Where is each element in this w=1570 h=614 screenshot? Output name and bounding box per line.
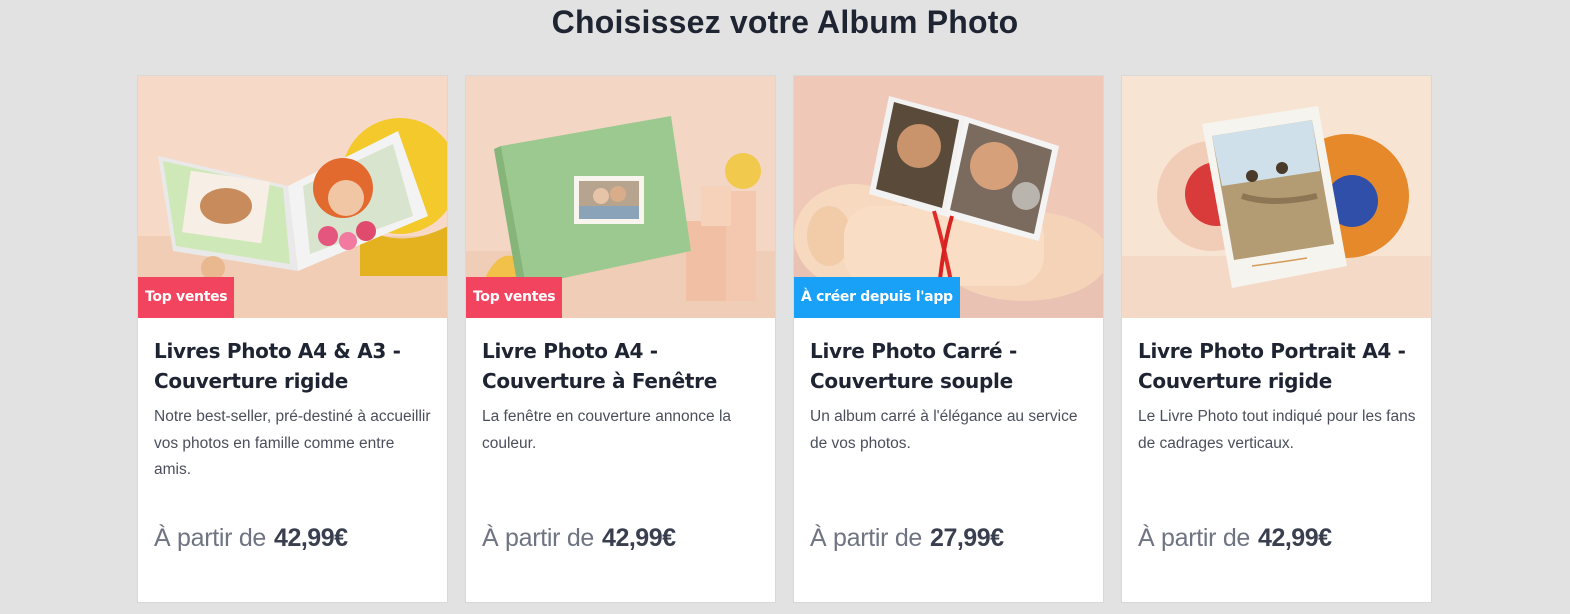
portrait-hardcover-book-image[interactable] [1122, 76, 1431, 318]
price-value: 27,99€ [930, 524, 1004, 552]
product-title[interactable]: Livres Photo A4 & A3 - Couverture rigide [154, 336, 433, 396]
portrait-book-illustration [1122, 76, 1431, 318]
app-only-badge: À créer depuis l'app [794, 277, 960, 318]
product-description: Notre best-seller, pré-destiné à accueil… [154, 408, 431, 478]
product-price: À partir de 27,99€ [810, 522, 1004, 554]
product-price: À partir de 42,99€ [1138, 522, 1332, 554]
product-price: À partir de 42,99€ [482, 522, 676, 554]
price-prefix: À partir de [1138, 524, 1251, 552]
product-price: À partir de 42,99€ [154, 522, 348, 554]
product-title[interactable]: Livre Photo Carré - Couverture souple [810, 336, 1089, 396]
green-window-cover-book-image[interactable]: Top ventes [466, 76, 775, 318]
price-value: 42,99€ [274, 524, 348, 552]
product-description: Un album carré à l'élégance au service d… [810, 408, 1078, 452]
product-card[interactable]: À créer depuis l'app Livre Photo Carré -… [793, 75, 1104, 603]
product-title[interactable]: Livre Photo Portrait A4 - Couverture rig… [1138, 336, 1417, 396]
product-description: Le Livre Photo tout indiqué pour les fan… [1138, 408, 1416, 452]
product-card[interactable]: Top ventes Livre Photo A4 - Couverture à… [465, 75, 776, 603]
price-value: 42,99€ [1258, 524, 1332, 552]
top-sales-badge: Top ventes [138, 277, 235, 318]
price-prefix: À partir de [810, 524, 923, 552]
product-description: La fenêtre en couverture annonce la coul… [482, 408, 732, 452]
price-prefix: À partir de [154, 524, 267, 552]
product-card[interactable]: Livre Photo Portrait A4 - Couverture rig… [1121, 75, 1432, 603]
top-sales-badge: Top ventes [466, 277, 563, 318]
product-card[interactable]: Top ventes Livres Photo A4 & A3 - Couver… [137, 75, 448, 603]
open-photo-book-image[interactable]: Top ventes [138, 76, 447, 318]
product-title[interactable]: Livre Photo A4 - Couverture à Fenêtre [482, 336, 761, 396]
product-card-list: Top ventes Livres Photo A4 & A3 - Couver… [137, 75, 1432, 603]
page-title: Choisissez votre Album Photo [551, 4, 1019, 40]
price-prefix: À partir de [482, 524, 595, 552]
price-value: 42,99€ [602, 524, 676, 552]
square-softcover-book-image[interactable]: À créer depuis l'app [794, 76, 1103, 318]
